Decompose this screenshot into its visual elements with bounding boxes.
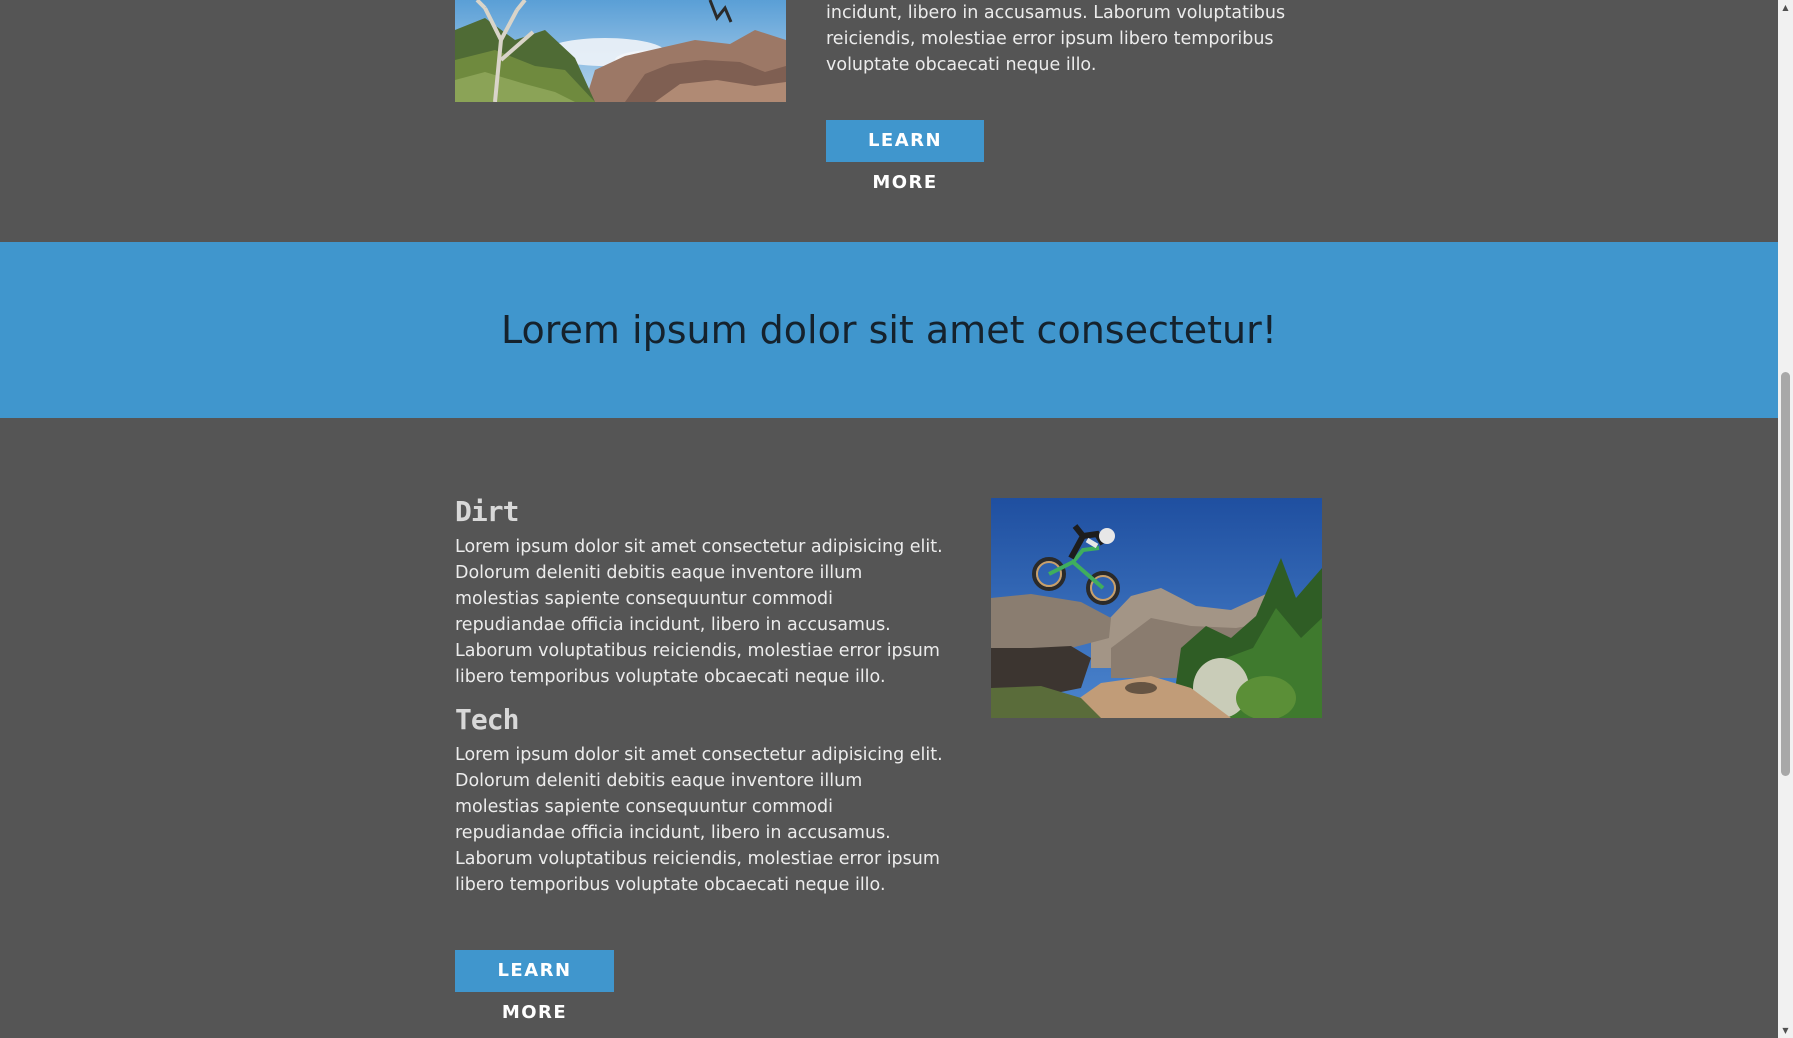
chevron-down-icon[interactable]: ▼: [1778, 1023, 1793, 1038]
feature-paragraph-top: incidunt, libero in accusamus. Laborum v…: [826, 3, 1286, 75]
banner: Lorem ipsum dolor sit amet consectetur!: [0, 242, 1778, 418]
tech-paragraph: Lorem ipsum dolor sit amet consectetur a…: [455, 745, 943, 895]
feature-text-top: incidunt, libero in accusamus. Laborum v…: [826, 0, 1296, 78]
page: incidunt, libero in accusamus. Laborum v…: [0, 0, 1778, 1038]
trail-rocks-image: [455, 0, 786, 102]
feature-section-dirt-tech: Dirt Lorem ipsum dolor sit amet consecte…: [0, 418, 1778, 1038]
tech-heading: Tech: [455, 703, 519, 736]
feature-section-top: incidunt, libero in accusamus. Laborum v…: [0, 0, 1778, 242]
banner-heading: Lorem ipsum dolor sit amet consectetur!: [501, 308, 1277, 352]
chevron-up-icon[interactable]: ▲: [1778, 0, 1793, 15]
feature-text-dirt-tech: Dirt Lorem ipsum dolor sit amet consecte…: [455, 494, 945, 898]
learn-more-button-top[interactable]: LEARN MORE: [826, 120, 984, 193]
mountain-bike-jump-image: [991, 498, 1322, 718]
dirt-heading: Dirt: [455, 495, 519, 528]
scrollbar-thumb[interactable]: [1781, 372, 1790, 776]
learn-more-button-bottom[interactable]: LEARN MORE: [455, 950, 614, 1023]
vertical-scrollbar[interactable]: ▲ ▼: [1778, 0, 1793, 1038]
dirt-paragraph: Lorem ipsum dolor sit amet consectetur a…: [455, 537, 943, 687]
